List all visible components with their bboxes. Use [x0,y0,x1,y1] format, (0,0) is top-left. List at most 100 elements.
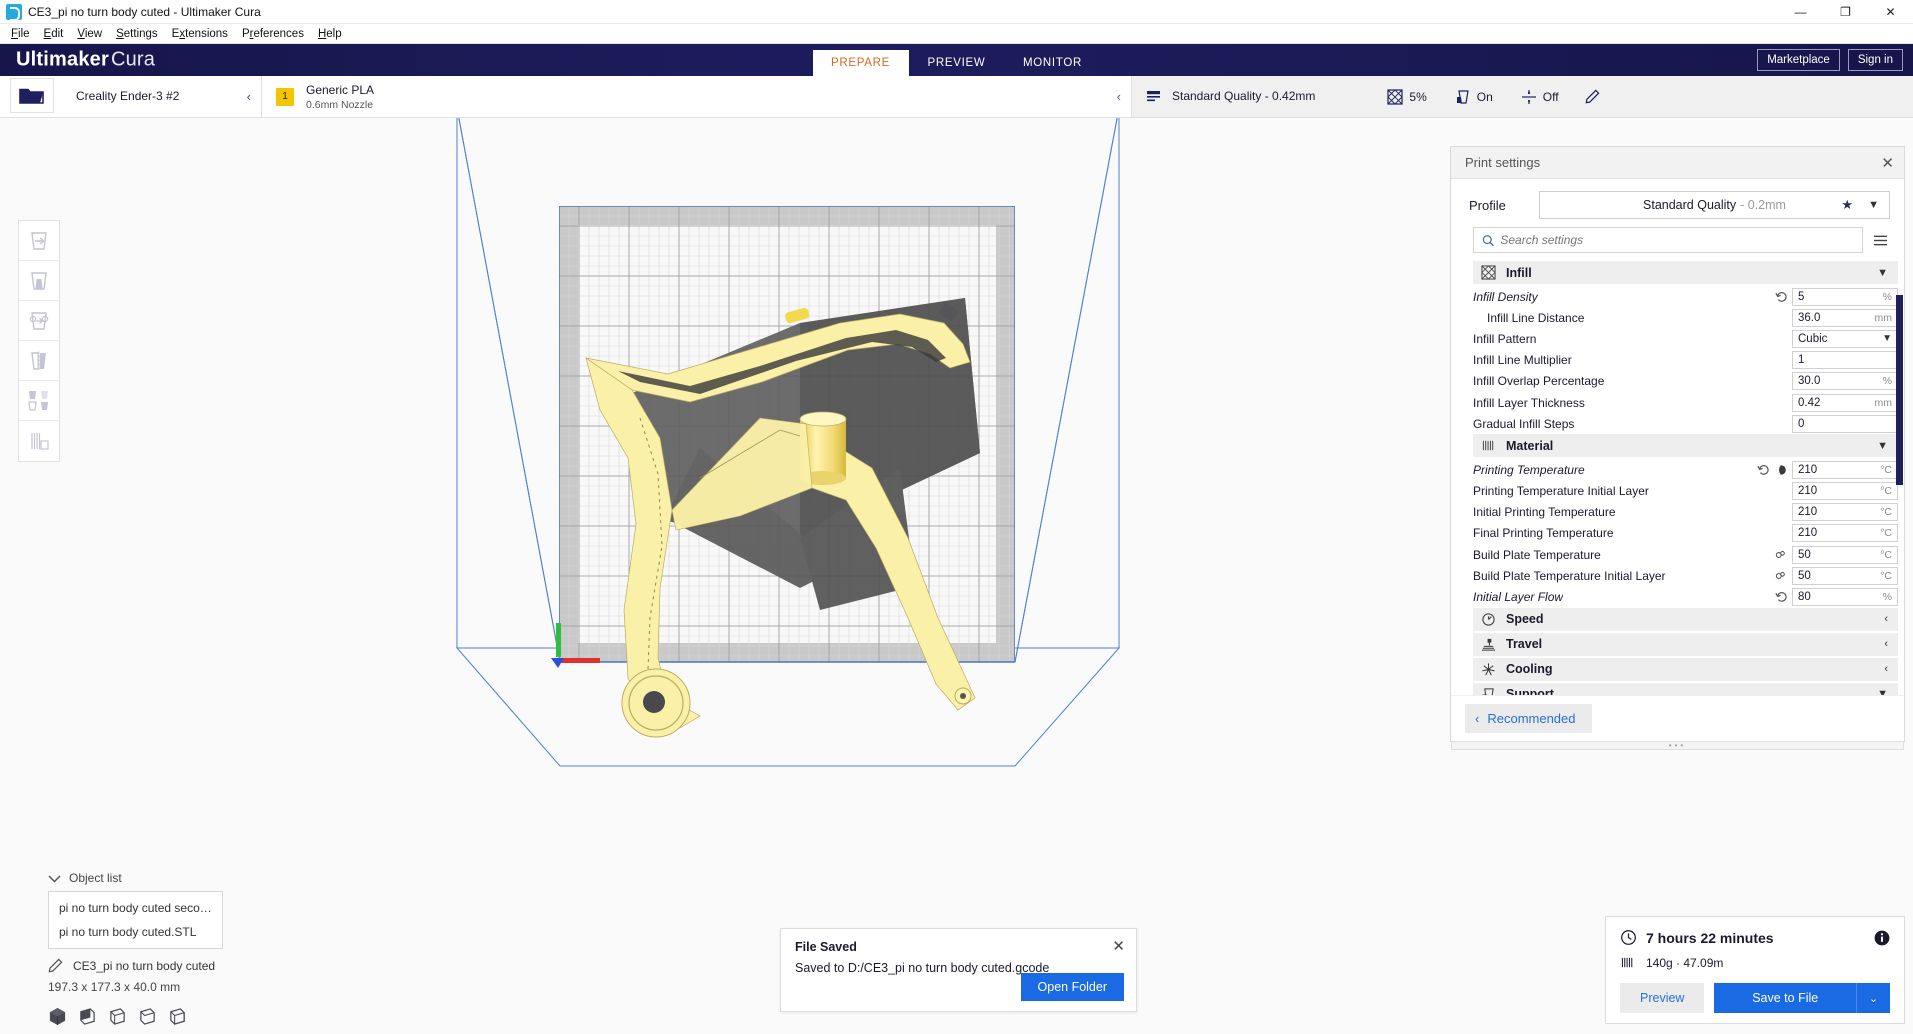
print-setup-selector[interactable]: Standard Quality - 0.42mm 5% On Off [1132,76,1913,117]
setting-value-dropdown[interactable]: Cubic ▼ [1792,329,1898,348]
preview-button[interactable]: Preview [1620,983,1705,1013]
setting-infill-line-distance[interactable]: Infill Line Distance 36.0 mm [1473,307,1898,328]
setting-value-box[interactable]: 210 °C [1792,524,1898,543]
revert-icon[interactable] [1775,591,1787,603]
profile-dropdown[interactable]: Standard Quality - 0.2mm ★ ▼ [1539,191,1890,219]
setting-value-box[interactable]: 50 °C [1792,566,1898,585]
move-tool[interactable] [19,221,59,261]
support-blocker-tool[interactable] [19,421,59,461]
printer-selector[interactable]: Creality Ender-3 #2 ‹ [62,76,262,117]
link-icon[interactable] [1774,549,1787,561]
setting-build-plate-temperature[interactable]: Build Plate Temperature 50 °C [1473,544,1898,565]
object-list[interactable]: pi no turn body cuted secon... pi no tur… [48,891,223,949]
material-selector[interactable]: 1 Generic PLA 0.6mm Nozzle ‹ [262,76,1132,117]
sign-in-button[interactable]: Sign in [1847,49,1903,71]
close-icon[interactable]: ✕ [1881,154,1894,172]
category-name: Cooling [1506,662,1553,677]
list-item[interactable]: pi no turn body cuted.STL [49,920,222,944]
open-folder-button[interactable]: Open Folder [1020,973,1124,1001]
setting-infill-overlap-percentage[interactable]: Infill Overlap Percentage 30.0 % [1473,371,1898,392]
setting-value-box[interactable]: 50 °C [1792,545,1898,564]
setting-initial-layer-flow[interactable]: Initial Layer Flow 80 % [1473,586,1898,607]
category-infill[interactable]: Infill ▼ [1473,261,1898,284]
xray-view-icon[interactable] [78,1007,97,1026]
menu-file[interactable]: File [4,26,37,42]
marketplace-button[interactable]: Marketplace [1757,49,1840,71]
setting-unit: °C [1880,527,1892,540]
setting-value-box[interactable]: 210 °C [1792,482,1898,501]
setting-build-plate-temperature-initial-layer[interactable]: Build Plate Temperature Initial Layer 50… [1473,565,1898,586]
shaded-view-icon[interactable] [168,1007,187,1026]
menu-settings[interactable]: Settings [109,26,165,42]
settings-list[interactable]: Infill ▼ Infill Density 5 % Infill Line … [1451,261,1904,695]
setting-value-box[interactable]: 210 °C [1792,503,1898,522]
setting-printing-temperature-initial-layer[interactable]: Printing Temperature Initial Layer 210 °… [1473,481,1898,502]
search-settings-box[interactable] [1473,227,1863,253]
setting-infill-layer-thickness[interactable]: Infill Layer Thickness 0.42 mm [1473,392,1898,413]
maximize-button[interactable]: ❐ [1823,0,1868,24]
category-cooling[interactable]: Cooling ‹ [1473,657,1898,681]
close-icon[interactable]: ✕ [1112,937,1125,955]
setting-infill-density[interactable]: Infill Density 5 % [1473,286,1898,307]
rotate-tool[interactable] [19,301,59,341]
setting-infill-pattern[interactable]: Infill Pattern Cubic ▼ [1473,328,1898,349]
tab-preview[interactable]: PREVIEW [909,50,1005,76]
solid-view-icon[interactable] [48,1007,67,1026]
tab-monitor[interactable]: MONITOR [1005,50,1101,76]
menu-view[interactable]: View [70,26,109,42]
search-input[interactable] [1500,233,1854,247]
revert-icon[interactable] [1757,464,1769,476]
minimize-button[interactable]: — [1778,0,1823,24]
panel-resize-grip[interactable]: ••• [1451,741,1904,750]
selected-object-row: CE3_pi no turn body cuted [48,958,298,973]
setting-value: 210 [1798,506,1818,519]
setting-gradual-infill-steps[interactable]: Gradual Infill Steps 0 [1473,413,1898,434]
setting-value-box[interactable]: 36.0 mm [1792,308,1898,327]
setting-initial-printing-temperature[interactable]: Initial Printing Temperature 210 °C [1473,502,1898,523]
list-item[interactable]: pi no turn body cuted secon... [49,896,222,920]
object-list-header[interactable]: Object list [48,871,298,885]
settings-visibility-button[interactable] [1871,234,1890,247]
globe-icon[interactable] [1775,464,1787,476]
category-support[interactable]: Support ▼ [1473,682,1898,695]
category-name: Infill [1506,265,1532,280]
recommended-mode-button[interactable]: ‹ Recommended [1465,704,1592,733]
window-title: CE3_pi no turn body cuted - Ultimaker Cu… [28,4,261,19]
setting-printing-temperature[interactable]: Printing Temperature 210 °C [1473,459,1898,480]
link-icon[interactable] [1774,570,1787,582]
category-material[interactable]: Material ▼ [1473,434,1898,458]
setting-value: Cubic [1798,332,1828,345]
menu-preferences[interactable]: Preferences [235,26,311,42]
setting-value-box[interactable]: 80 % [1792,588,1898,607]
setting-value-box[interactable]: 30.0 % [1792,372,1898,391]
wireframe-view-icon[interactable] [108,1007,127,1026]
setting-value-box[interactable]: 0.42 mm [1792,393,1898,412]
setting-label: Printing Temperature [1473,462,1585,477]
revert-icon[interactable] [1775,291,1787,303]
close-button[interactable]: ✕ [1868,0,1913,24]
menu-edit[interactable]: Edit [37,26,71,42]
info-icon[interactable] [1874,930,1890,946]
tab-prepare[interactable]: PREPARE [812,50,909,76]
save-to-file-button[interactable]: Save to File [1714,983,1856,1013]
save-options-chevron-button[interactable]: ⌄ [1856,983,1890,1013]
setting-value-box[interactable]: 0 [1792,414,1898,433]
setting-value-box[interactable]: 210 °C [1792,460,1898,479]
layer-view-icon[interactable] [138,1007,157,1026]
menu-help[interactable]: Help [311,26,349,42]
edit-print-settings-button[interactable] [1585,89,1600,104]
scale-tool[interactable] [19,261,59,301]
mirror-tool[interactable] [19,341,59,381]
setting-value-box[interactable]: 1 [1792,351,1898,370]
menu-extensions[interactable]: Extensions [165,26,235,42]
category-speed[interactable]: Speed ‹ [1473,607,1898,631]
per-model-settings-tool[interactable] [19,381,59,421]
category-travel[interactable]: Travel ‹ [1473,632,1898,656]
settings-scrollbar[interactable] [1896,295,1903,485]
open-file-button[interactable] [10,78,54,113]
star-icon[interactable]: ★ [1841,197,1853,213]
pencil-icon[interactable] [48,958,63,973]
setting-final-printing-temperature[interactable]: Final Printing Temperature 210 °C [1473,523,1898,544]
setting-infill-line-multiplier[interactable]: Infill Line Multiplier 1 [1473,350,1898,371]
setting-value-box[interactable]: 5 % [1792,287,1898,306]
